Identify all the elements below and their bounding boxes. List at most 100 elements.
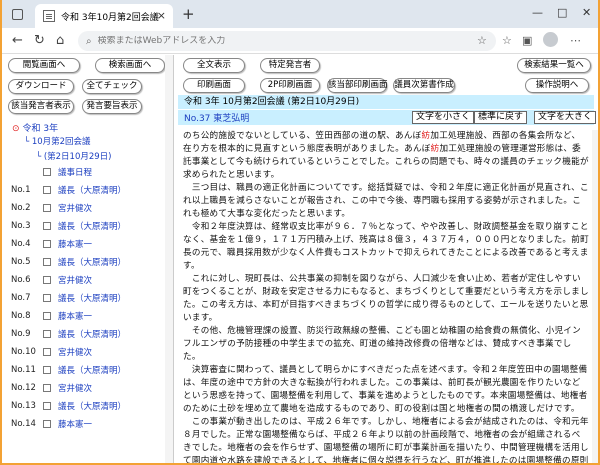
paragraph: のち公的施設でないとしている、笠田西部の道の駅、あんぼ紡加工処理施設、西部の各集…	[183, 130, 589, 182]
tab-title: 令和 3年10月第2回会議（第1日	[61, 12, 161, 23]
left-scrollbar[interactable]	[165, 55, 173, 463]
item-link[interactable]: 藤本憲一	[58, 238, 92, 250]
item-number: No.5	[11, 257, 31, 267]
paragraph: これに対し、現町長は、公共事業の抑制を図りながら、人口減少を食い止め、若者が定住…	[183, 274, 589, 323]
search-view-button[interactable]: 検索画面へ	[95, 58, 165, 73]
search-results-button[interactable]: 検索結果一覧へ	[517, 58, 591, 73]
font-smaller-button[interactable]: 文字を小さく	[412, 111, 475, 124]
favorite-star-icon[interactable]: ☆	[477, 34, 487, 47]
list-item: No.13 議長（大原清明）	[2, 397, 173, 415]
item-link[interactable]: 議長（大原清明）	[58, 364, 126, 376]
home-icon[interactable]: ⌂	[56, 33, 64, 48]
omnibox[interactable]: ⌕	[78, 31, 496, 51]
list-item: No.3 議長（大原清明）	[2, 217, 173, 235]
list-item: No.5 議長（大原清明）	[2, 253, 173, 271]
item-link[interactable]: 議長（大原清明）	[58, 184, 126, 196]
list-item: No.12 宮井健次	[2, 379, 173, 397]
item-checkbox[interactable]	[43, 222, 51, 230]
item-checkbox[interactable]	[43, 366, 51, 374]
tree-root-year[interactable]: ⊙ 令和 3年	[12, 121, 58, 134]
item-checkbox[interactable]	[43, 258, 51, 266]
content-pane: 全文表示 特定発言者 検索結果一覧へ 印刷画面 2P印刷画面 該当部印刷画面 議…	[175, 55, 598, 463]
title-bar: 令和 3年10月第2回会議（第1日 × + — □ ✕	[2, 0, 598, 28]
item-link[interactable]: 議長（大原清明）	[58, 256, 126, 268]
item-checkbox[interactable]	[43, 420, 51, 428]
item-link[interactable]: 宮井健次	[58, 202, 92, 214]
list-item: No.7 議長（大原清明）	[2, 289, 173, 307]
specific-speaker-button[interactable]: 特定発言者	[260, 58, 320, 73]
item-number: No.13	[11, 401, 36, 411]
item-checkbox[interactable]	[43, 384, 51, 392]
item-link[interactable]: 藤本憲一	[58, 418, 92, 430]
new-tab-button[interactable]: +	[182, 5, 195, 23]
tree-session[interactable]: └ 10月第2回会議	[24, 135, 91, 147]
item-number: No.7	[11, 293, 31, 303]
profile-avatar[interactable]	[543, 32, 558, 47]
item-checkbox[interactable]	[43, 186, 51, 194]
font-larger-button[interactable]: 文字を大きく	[534, 111, 597, 124]
tree-session-label: 10月第2回会議	[31, 137, 91, 147]
address-input[interactable]	[97, 36, 458, 46]
item-checkbox[interactable]	[43, 348, 51, 356]
content-scrollbar[interactable]	[592, 130, 598, 463]
list-item: 議事日程	[2, 163, 173, 181]
browser-tab[interactable]: 令和 3年10月第2回会議（第1日 ×	[35, 4, 173, 28]
item-number: No.11	[11, 365, 36, 375]
item-link[interactable]: 藤本憲一	[58, 310, 92, 322]
paragraph: この事業が動き出したのは、平成２６年です。しかし、地権者による会が結成されたのは…	[183, 417, 589, 463]
list-item: No.4 藤本憲一	[2, 235, 173, 253]
item-link[interactable]: 議事日程	[58, 166, 92, 178]
more-menu-icon[interactable]: ⋯	[570, 34, 581, 47]
refresh-icon[interactable]: ↻	[34, 33, 45, 48]
item-checkbox[interactable]	[43, 294, 51, 302]
two-page-print-button[interactable]: 2P印刷画面	[260, 78, 320, 93]
item-link[interactable]: 議長（大原清明）	[58, 400, 126, 412]
help-button[interactable]: 操作説明へ	[525, 78, 589, 93]
member-list-button[interactable]: 議員次第書作成	[393, 78, 455, 93]
item-link[interactable]: 宮井健次	[58, 274, 92, 286]
speaker-print-button[interactable]: 該当部印刷画面	[327, 78, 388, 93]
collections-icon[interactable]: ▣	[522, 34, 532, 47]
favorites-icon[interactable]: ☆	[502, 34, 512, 47]
list-item: No.8 藤本憲一	[2, 307, 173, 325]
close-window-icon[interactable]: ✕	[582, 6, 591, 19]
item-link[interactable]: 議長（大原清明）	[58, 328, 126, 340]
back-icon[interactable]: ←	[12, 33, 23, 48]
item-link[interactable]: 宮井健次	[58, 382, 92, 394]
paragraph: 決算審査に関わって、議員として明らかにすべきだった点を述べます。令和２年度笠田中…	[183, 365, 588, 414]
list-item: No.10 宮井健次	[2, 343, 173, 361]
item-checkbox[interactable]	[43, 240, 51, 248]
item-checkbox[interactable]	[43, 402, 51, 410]
maximize-icon[interactable]: □	[557, 6, 567, 19]
download-button[interactable]: ダウンロード	[8, 79, 74, 94]
item-checkbox[interactable]	[43, 168, 51, 176]
item-number: No.6	[11, 275, 31, 285]
text-run: のち公的施設でないとしている、笠田西部の道の駅、あんぼ	[183, 131, 422, 141]
speaker-label: No.37 東芝弘明	[184, 114, 250, 124]
show-all-button[interactable]: 全文表示	[183, 58, 245, 73]
item-link[interactable]: 宮井健次	[58, 346, 92, 358]
minimize-icon[interactable]: —	[532, 6, 543, 19]
show-speakers-button[interactable]: 該当発言者表示	[8, 99, 74, 114]
item-checkbox[interactable]	[43, 312, 51, 320]
item-checkbox[interactable]	[43, 276, 51, 284]
check-all-button[interactable]: 全てチェック	[82, 79, 142, 94]
print-view-button[interactable]: 印刷画面	[183, 78, 245, 93]
speech-text: のち公的施設でないとしている、笠田西部の道の駅、あんぼ紡加工処理施設、西部の各集…	[183, 130, 589, 463]
tree-day[interactable]: └ (第2日10月29日)	[36, 150, 112, 162]
item-number: No.4	[11, 239, 31, 249]
font-standard-button[interactable]: 標準に戻す	[474, 111, 528, 124]
item-link[interactable]: 議長（大原清明）	[58, 220, 126, 232]
list-item: No.9 議長（大原清明）	[2, 325, 173, 343]
paragraph: 令和２年度決算は、経常収支比率が９６．７％となって、やや改善し、財政調整基金を取…	[183, 222, 589, 271]
item-number: No.1	[11, 185, 31, 195]
tab-actions-icon[interactable]	[12, 9, 23, 20]
tab-close-icon[interactable]: ×	[157, 9, 166, 22]
item-checkbox[interactable]	[43, 204, 51, 212]
expanded-bullet-icon: ⊙	[12, 124, 20, 134]
item-checkbox[interactable]	[43, 330, 51, 338]
item-link[interactable]: 議長（大原清明）	[58, 292, 126, 304]
list-item: No.14 藤本憲一	[2, 415, 173, 433]
close-view-button[interactable]: 閲覧画面へ	[8, 58, 80, 73]
show-speech-summary-button[interactable]: 発言要旨表示	[82, 99, 142, 114]
